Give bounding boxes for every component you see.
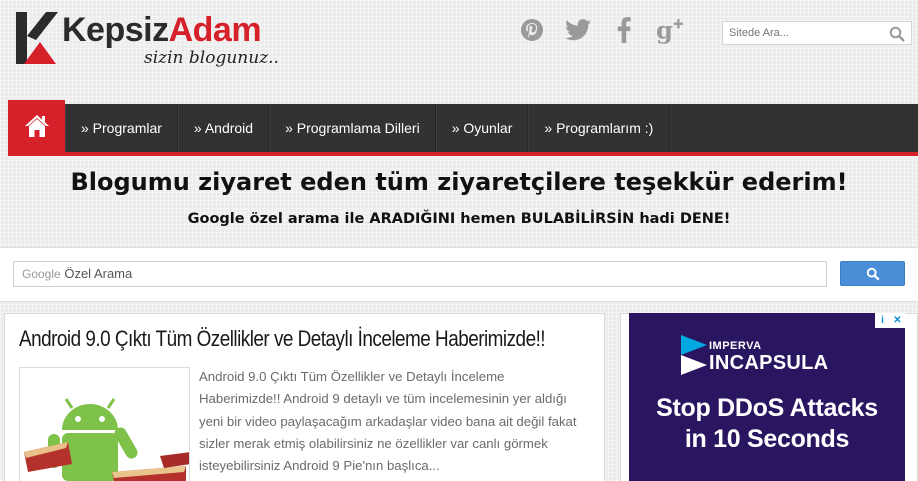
post-title[interactable]: Android 9.0 Çıktı Tüm Özellikler ve Deta… <box>19 326 546 352</box>
excerpt-line: yeni bir video paylaşacağım arkadaşlar v… <box>199 413 577 429</box>
nav-item-android[interactable]: » Android <box>177 104 270 152</box>
ad-headline-line-1: Stop DDoS Attacks <box>656 394 878 422</box>
site-search <box>722 21 912 45</box>
ad-choices: i ✕ <box>875 313 905 328</box>
nav-home[interactable] <box>8 100 65 152</box>
excerpt-line: sizler merak etmiş olabilirsiniz ne özel… <box>199 435 548 451</box>
nav-item-programlama-dilleri[interactable]: » Programlama Dilleri <box>269 104 436 152</box>
post-thumbnail[interactable] <box>19 367 190 481</box>
svg-text:g: g <box>656 16 673 44</box>
nav-underline <box>8 152 918 156</box>
excerpt-line: Android 9.0 Çıktı Tüm Özellikler ve Deta… <box>199 369 505 384</box>
pinterest-icon[interactable] <box>518 16 546 44</box>
logo-word-2: Adam <box>168 11 262 49</box>
logo-word-1: Kepsiz <box>62 11 169 49</box>
search-icon[interactable] <box>889 26 905 42</box>
google-search-input[interactable]: Google Özel Arama <box>13 261 827 287</box>
logo-wordmark: KepsizAdam <box>62 10 262 50</box>
main-nav: » Programlar » Android » Programlama Dil… <box>8 100 918 152</box>
advertisement[interactable]: i ✕ IMPERVA INCAPSULA Stop DDoS Attacks … <box>629 313 905 481</box>
search-icon <box>866 267 879 280</box>
banner-title: Blogumu ziyaret eden tüm ziyaretçilere t… <box>70 168 848 196</box>
google-brand-label: Google <box>22 267 61 281</box>
android-pie-image <box>20 368 189 481</box>
nav-item-programlarim[interactable]: » Programlarım :) <box>528 104 670 152</box>
ad-info-icon[interactable]: i <box>875 313 890 328</box>
site-logo[interactable]: KepsizAdam sizin blogunuz.. <box>16 10 286 70</box>
post-excerpt: Android 9.0 Çıktı Tüm Özellikler ve Deta… <box>199 366 591 477</box>
facebook-icon[interactable] <box>610 16 638 44</box>
excerpt-line: isteyebilirsiniz Android 9 Pie'nın başlı… <box>199 458 440 474</box>
google-search-button[interactable] <box>840 261 905 286</box>
twitter-icon[interactable] <box>564 16 592 44</box>
ad-close-icon[interactable]: ✕ <box>890 313 905 328</box>
logo-tagline: sizin blogunuz.. <box>144 48 279 68</box>
google-search-placeholder: Özel Arama <box>64 266 133 281</box>
ad-headline-line-2: in 10 Seconds <box>684 425 850 453</box>
ad-brand-small: IMPERVA <box>709 340 762 352</box>
nav-item-programlar[interactable]: » Programlar <box>65 104 178 152</box>
google-search-strip: Google Özel Arama <box>0 247 918 302</box>
banner-subtitle: Google özel arama ile ARADIĞINI hemen BU… <box>187 211 731 227</box>
social-links: g <box>518 16 684 44</box>
ad-headline: Stop DDoS Attacks in 10 Seconds <box>629 393 905 455</box>
post-card: Android 9.0 Çıktı Tüm Özellikler ve Deta… <box>4 313 605 481</box>
site-search-input[interactable] <box>723 22 883 44</box>
nav-item-oyunlar[interactable]: » Oyunlar <box>435 104 529 152</box>
incapsula-logo-icon <box>681 335 707 375</box>
excerpt-line: Haberimizde!! Android 9 detaylı ve tüm i… <box>199 391 567 407</box>
home-icon <box>24 115 49 137</box>
google-plus-icon[interactable]: g <box>656 16 684 44</box>
ad-brand-large: INCAPSULA <box>709 352 829 374</box>
logo-mark-icon <box>16 12 58 64</box>
